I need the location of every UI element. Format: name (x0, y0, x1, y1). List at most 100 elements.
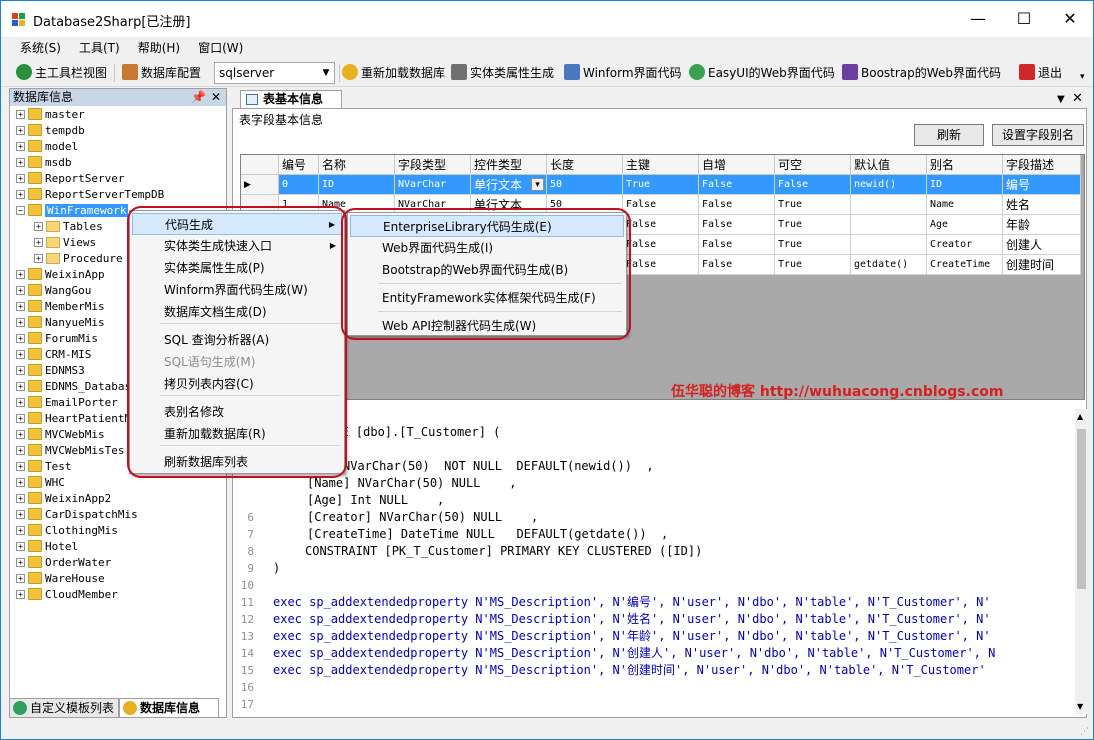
tree-node-db[interactable]: + CarDispatchMis (16, 507, 138, 523)
grid-cell[interactable]: True (623, 175, 699, 195)
expand-icon[interactable]: + (16, 446, 25, 455)
grid-header-cell[interactable]: 编号 (279, 155, 319, 175)
tree-node-db[interactable]: + HeartPatientM (16, 411, 131, 427)
grid-cell[interactable]: False (623, 235, 699, 255)
grid-cell[interactable]: ID (319, 175, 395, 195)
tree-node-db[interactable]: + MemberMis (16, 299, 105, 315)
grid-cell[interactable]: True (775, 215, 851, 235)
grid-cell[interactable]: False (699, 215, 775, 235)
row-header[interactable]: ▶ (241, 175, 279, 195)
expand-icon[interactable]: + (16, 334, 25, 343)
grid-header-cell[interactable]: 长度 (547, 155, 623, 175)
reload-db-button[interactable]: 重新加载数据库 (342, 63, 445, 83)
tree-node-db[interactable]: + msdb (16, 155, 72, 171)
menu-system[interactable]: 系统(S) (11, 37, 70, 59)
winform-code-button[interactable]: Winform界面代码 (564, 63, 682, 83)
expand-icon[interactable]: − (16, 206, 25, 215)
expand-icon[interactable]: + (16, 414, 25, 423)
expand-icon[interactable]: + (16, 494, 25, 503)
grid-cell[interactable]: 年龄 (1003, 215, 1081, 235)
tree-node-child[interactable]: + Tables (34, 219, 103, 235)
expand-icon[interactable]: + (16, 542, 25, 551)
grid-header-cell[interactable]: 可空 (775, 155, 851, 175)
entity-gen-button[interactable]: 实体类属性生成 (451, 63, 554, 83)
expand-icon[interactable]: + (16, 590, 25, 599)
grid-cell[interactable]: False (623, 215, 699, 235)
grid-header-cell[interactable]: 主键 (623, 155, 699, 175)
close-icon[interactable]: ✕ (1047, 1, 1093, 37)
easyui-code-button[interactable]: EasyUI的Web界面代码 (689, 63, 835, 83)
grid-cell[interactable]: 单行文本 ▾ (471, 175, 547, 195)
tree-node-db[interactable]: + EDNMS3 (16, 363, 85, 379)
tab-db-info[interactable]: 数据库信息 (119, 698, 219, 718)
grid-cell[interactable]: True (775, 235, 851, 255)
grid-header-cell[interactable]: 字段描述 (1003, 155, 1081, 175)
expand-icon[interactable]: + (16, 478, 25, 487)
db-config-button[interactable]: 数据库配置 (122, 63, 201, 83)
grid-cell[interactable]: False (699, 255, 775, 275)
tree-node-db[interactable]: + WeixinApp2 (16, 491, 111, 507)
tree-node-db[interactable]: + ReportServer (16, 171, 124, 187)
grid-cell[interactable]: False (699, 235, 775, 255)
tree-node-db[interactable]: + MVCWebMis (16, 427, 105, 443)
scroll-down-icon[interactable]: ▼ (1077, 702, 1083, 711)
tree-node-db[interactable]: + MVCWebMisTes (16, 443, 124, 459)
close-icon[interactable]: ✕ (1072, 91, 1083, 106)
grid-header-cell[interactable]: 字段类型 (395, 155, 471, 175)
grid-cell[interactable]: 编号 (1003, 175, 1081, 195)
expand-icon[interactable]: + (34, 222, 43, 231)
expand-icon[interactable]: + (16, 142, 25, 151)
expand-icon[interactable]: + (34, 254, 43, 263)
scroll-up-icon[interactable]: ▲ (1077, 412, 1083, 421)
expand-icon[interactable]: + (16, 574, 25, 583)
expand-icon[interactable]: + (16, 270, 25, 279)
toolbar-overflow-icon[interactable]: ▾ (1080, 67, 1085, 87)
grid-cell[interactable]: 创建时间 (1003, 255, 1081, 275)
resize-grip-icon[interactable]: ⋰ (1080, 727, 1089, 737)
maximize-icon[interactable]: ☐ (1001, 1, 1047, 37)
minimize-icon[interactable]: — (955, 1, 1001, 37)
grid-cell[interactable]: 创建人 (1003, 235, 1081, 255)
grid-cell[interactable] (851, 215, 927, 235)
tree-node-db[interactable]: − WinFramework (16, 203, 129, 219)
expand-icon[interactable]: + (16, 462, 25, 471)
expand-icon[interactable]: + (16, 126, 25, 135)
tree-node-db[interactable]: + ForumMis (16, 331, 98, 347)
tree-node-db[interactable]: + master (16, 107, 85, 123)
grid-header-cell[interactable]: 控件类型 (471, 155, 547, 175)
grid-cell[interactable] (851, 195, 927, 215)
expand-icon[interactable]: + (16, 382, 25, 391)
expand-icon[interactable]: + (16, 526, 25, 535)
grid-cell[interactable]: 0 (279, 175, 319, 195)
tree-node-db[interactable]: + WangGou (16, 283, 91, 299)
tree-node-db[interactable]: + CloudMember (16, 587, 118, 603)
tree-node-db[interactable]: + EDNMS_Databas (16, 379, 131, 395)
expand-icon[interactable]: + (16, 302, 25, 311)
bootstrap-code-button[interactable]: Boostrap的Web界面代码 (842, 63, 1001, 83)
grid-cell[interactable]: CreateTime (927, 255, 1003, 275)
db-type-select[interactable]: sqlserver ▼ (214, 62, 335, 84)
tree-node-db[interactable]: + NanyueMis (16, 315, 105, 331)
tree-node-db[interactable]: + WareHouse (16, 571, 105, 587)
grid-cell[interactable]: False (623, 195, 699, 215)
chevron-down-icon[interactable]: ▾ (531, 178, 544, 191)
grid-cell[interactable]: True (775, 195, 851, 215)
dropdown-icon[interactable]: ▼ (1057, 94, 1065, 105)
tree-node-db[interactable]: + EmailPorter (16, 395, 118, 411)
expand-icon[interactable]: + (16, 558, 25, 567)
close-icon[interactable]: ✕ (211, 89, 221, 106)
expand-icon[interactable]: + (16, 110, 25, 119)
grid-cell[interactable]: False (699, 195, 775, 215)
expand-icon[interactable]: + (16, 286, 25, 295)
expand-icon[interactable]: + (16, 366, 25, 375)
grid-cell[interactable]: getdate() (851, 255, 927, 275)
tree-node-db[interactable]: + Hotel (16, 539, 78, 555)
tree-node-child[interactable]: + Procedure (34, 251, 123, 267)
grid-header-cell[interactable]: 别名 (927, 155, 1003, 175)
expand-icon[interactable]: + (16, 350, 25, 359)
refresh-button[interactable]: 刷新 (914, 124, 984, 146)
grid-header-cell[interactable]: 默认值 (851, 155, 927, 175)
tree-node-db[interactable]: + OrderWater (16, 555, 111, 571)
menu-help[interactable]: 帮助(H) (129, 37, 189, 59)
expand-icon[interactable]: + (16, 190, 25, 199)
